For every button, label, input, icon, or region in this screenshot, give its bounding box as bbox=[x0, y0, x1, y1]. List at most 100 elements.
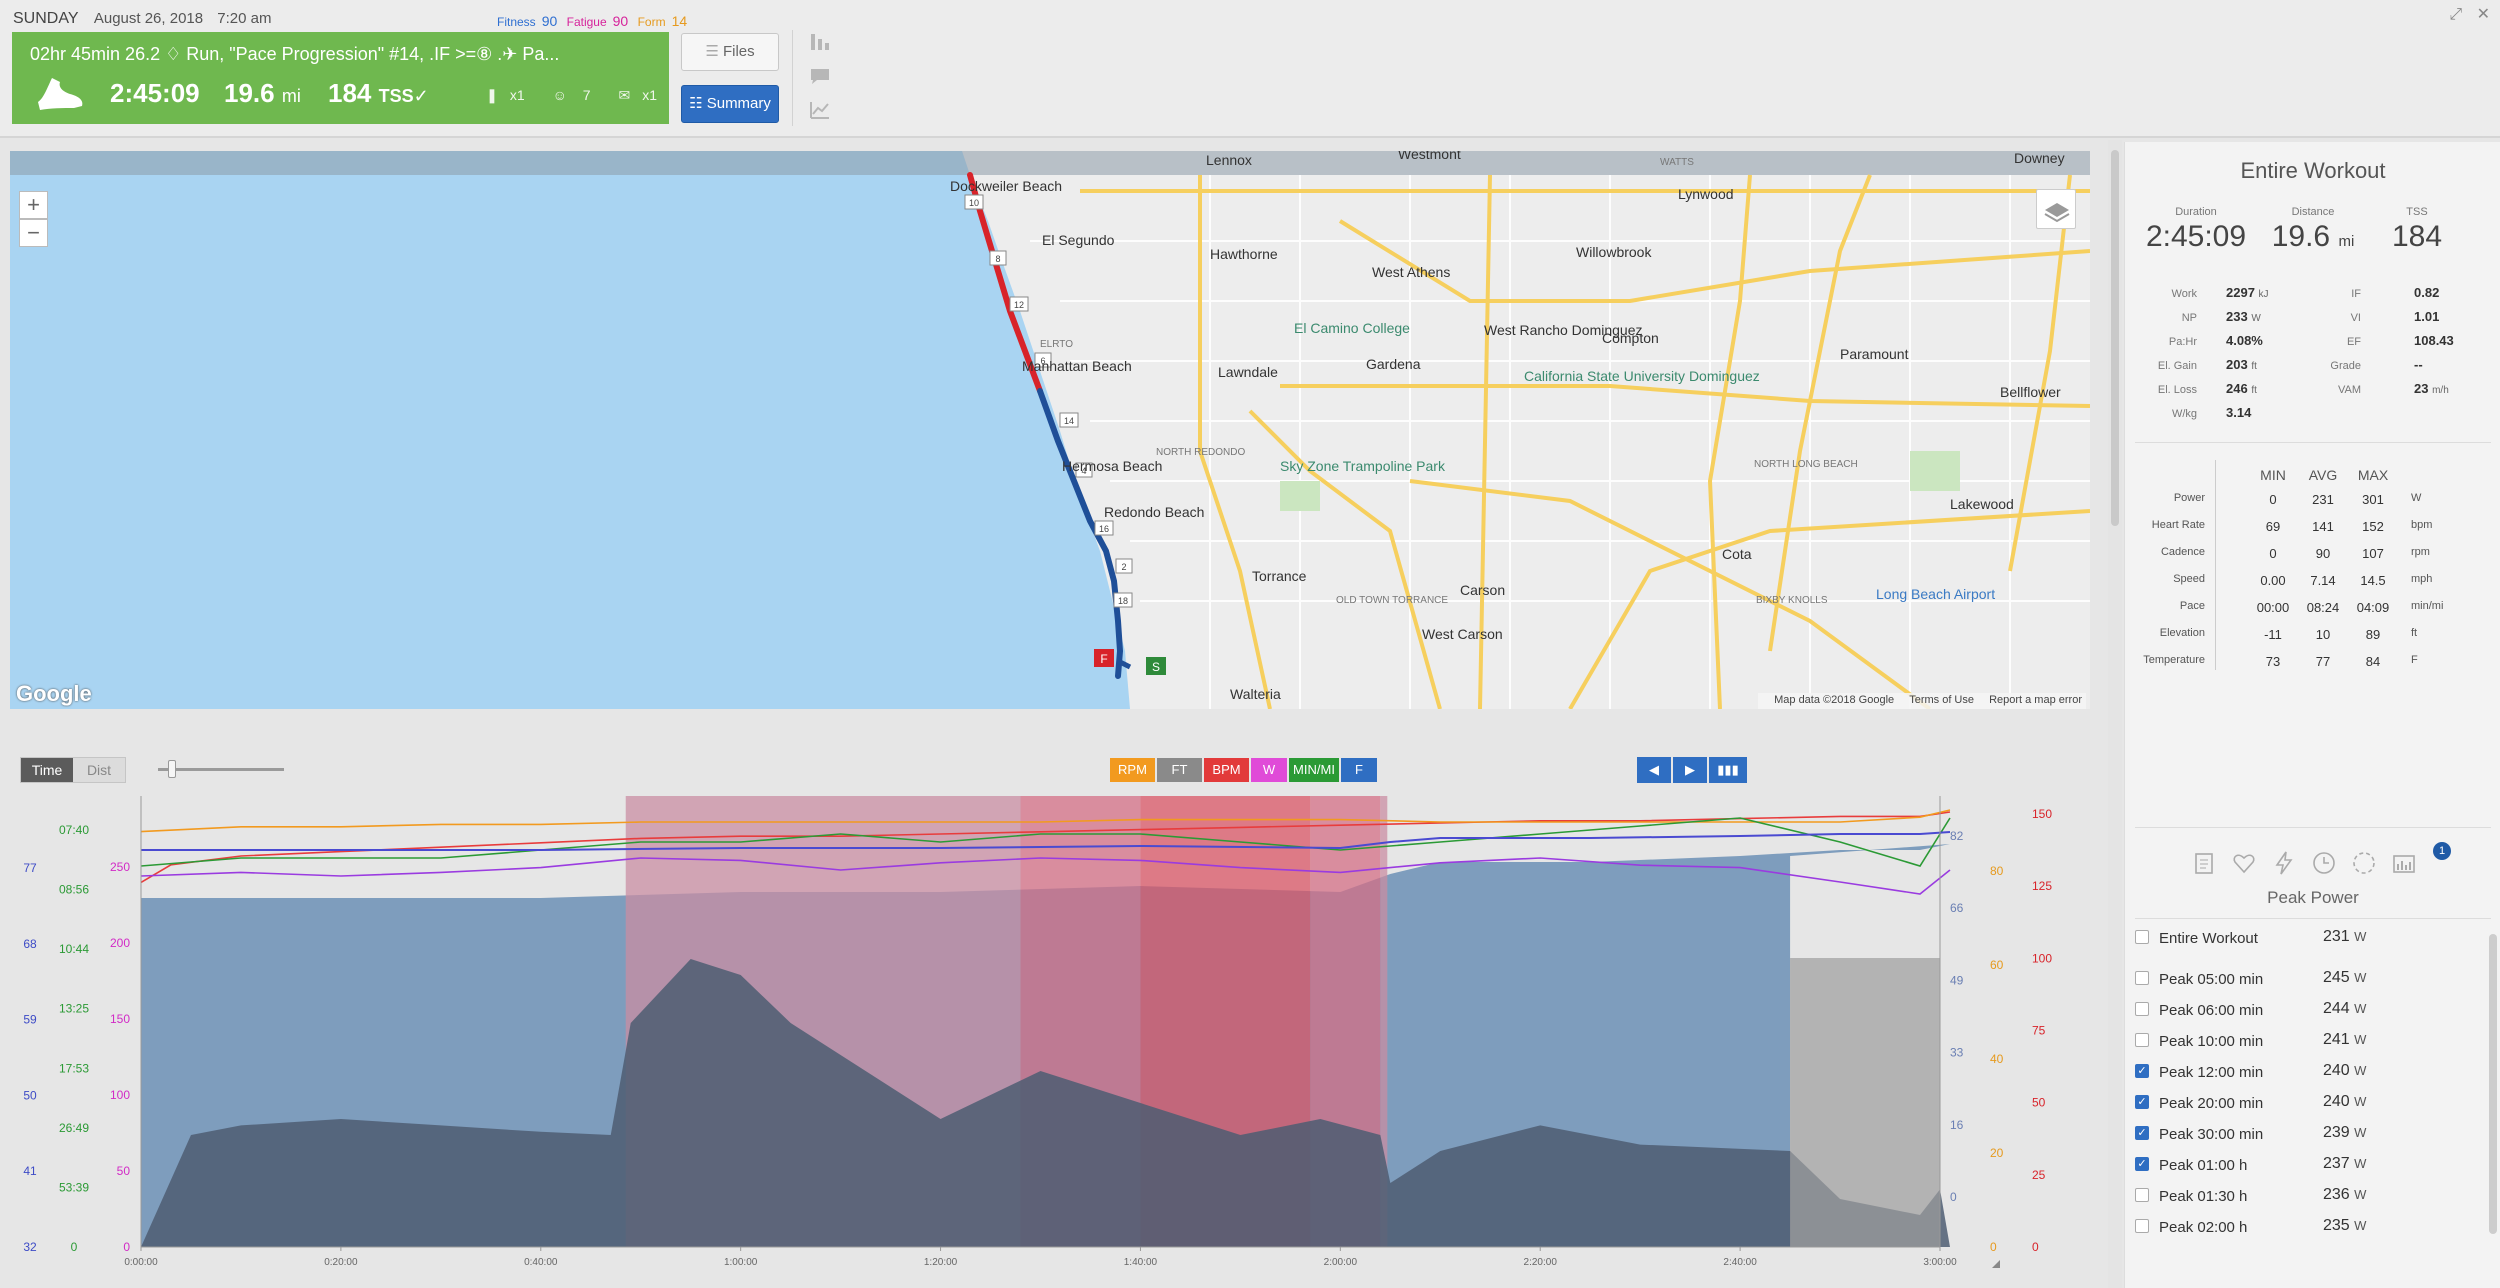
summary-button[interactable]: ☷ Summary bbox=[681, 85, 779, 123]
checkbox[interactable] bbox=[2135, 1033, 2149, 1047]
analysis-chart-icon[interactable] bbox=[808, 98, 832, 122]
map-canvas[interactable]: 10 8 12 6 14 4 16 2 18 F S Lennox Westmon… bbox=[10, 151, 2090, 709]
y-tick-label-heart-rate: 125 bbox=[2032, 879, 2052, 893]
terms-link[interactable]: Terms of Use bbox=[1909, 694, 1974, 706]
peak-row[interactable]: Peak 10:00 min 241 W bbox=[2135, 1026, 2491, 1057]
rating[interactable]: ☺ 7 bbox=[541, 87, 591, 103]
previous-button[interactable]: ◀ bbox=[1637, 757, 1671, 783]
close-icon[interactable]: ✕ bbox=[2477, 6, 2490, 23]
route-map[interactable]: 10 8 12 6 14 4 16 2 18 F S Lennox Westmon… bbox=[10, 151, 2090, 709]
channel-toggle-min-mi[interactable]: MIN/MI bbox=[1289, 758, 1339, 782]
checkbox-checked[interactable]: ✓ bbox=[2135, 1095, 2149, 1109]
if-value: 0.82 bbox=[2414, 285, 2440, 300]
checkbox-checked[interactable]: ✓ bbox=[2135, 1126, 2149, 1140]
equipment-count[interactable]: ❚ x1 bbox=[474, 87, 525, 103]
summary-duration: Duration 2:45:09 bbox=[2141, 206, 2251, 254]
card-counters: ❚ x1 ☺ 7 ✉ x1 bbox=[462, 87, 657, 104]
peak-value: 236 W bbox=[2323, 1186, 2366, 1204]
minmax-max-value: 89 bbox=[2365, 627, 2381, 642]
np-value: 233 W bbox=[2226, 309, 2261, 324]
vam-unit: m/h bbox=[2432, 385, 2449, 396]
y-tick-label-right-blue: 66 bbox=[1950, 901, 1964, 915]
distance-unit: mi bbox=[2338, 233, 2355, 250]
workout-title[interactable]: 02hr 45min 26.2 ♢ Run, "Pace Progression… bbox=[30, 44, 559, 65]
elloss-label: El. Loss bbox=[2157, 384, 2197, 396]
peak-row[interactable]: Peak 06:00 min 244 W bbox=[2135, 995, 2491, 1026]
channel-toggle-w[interactable]: W bbox=[1251, 758, 1287, 782]
peak-row[interactable]: ✓ Peak 30:00 min 239 W bbox=[2135, 1119, 2491, 1150]
y-tick-label-heart-rate: 0 bbox=[2032, 1240, 2039, 1254]
peak-value-unit: W bbox=[2354, 1063, 2367, 1078]
resize-grip-icon[interactable] bbox=[1992, 1260, 2000, 1268]
minmax-row-label: Pace bbox=[2179, 600, 2205, 612]
peak-row[interactable]: Entire Workout 231 W bbox=[2135, 923, 2491, 954]
main-scrollbar-thumb[interactable] bbox=[2111, 150, 2119, 526]
y-tick-label-power: 200 bbox=[110, 936, 130, 950]
zoom-in-button[interactable]: + bbox=[19, 191, 48, 219]
peak-row[interactable]: ✓ Peak 20:00 min 240 W bbox=[2135, 1088, 2491, 1119]
checkbox-checked[interactable]: ✓ bbox=[2135, 1064, 2149, 1078]
peak-value-number: 231 bbox=[2323, 928, 2350, 945]
power-bolt-icon[interactable] bbox=[2271, 850, 2297, 876]
layers-button[interactable] bbox=[2036, 189, 2076, 229]
map-place-label: WATTS bbox=[1660, 157, 1694, 168]
peak-row[interactable]: ✓ Peak 12:00 min 240 W bbox=[2135, 1057, 2491, 1088]
time-axis-button[interactable]: Time bbox=[21, 758, 73, 782]
google-logo: Google bbox=[16, 681, 92, 706]
checkbox[interactable] bbox=[2135, 971, 2149, 985]
peak-row[interactable]: Peak 01:30 h 236 W bbox=[2135, 1181, 2491, 1212]
divider bbox=[2135, 918, 2491, 919]
y-tick-label-speed: 77 bbox=[23, 861, 37, 875]
summary-label: Summary bbox=[706, 95, 771, 112]
clock-icon[interactable] bbox=[2311, 850, 2337, 876]
next-button[interactable]: ▶ bbox=[1673, 757, 1707, 783]
map-place-label: Dockweiler Beach bbox=[950, 178, 1062, 194]
comment-bubble-icon[interactable] bbox=[808, 64, 832, 88]
tss-value: 184 bbox=[328, 78, 372, 108]
map-place-label: Compton bbox=[1602, 330, 1659, 346]
notes-icon[interactable] bbox=[2191, 850, 2217, 876]
grade-label: Grade bbox=[2330, 360, 2361, 372]
distance-unit: mi bbox=[281, 86, 301, 106]
peak-label: Peak 01:00 h bbox=[2159, 1157, 2248, 1174]
zoom-out-button[interactable]: − bbox=[19, 219, 48, 247]
peak-row[interactable]: ✓ Peak 01:00 h 237 W bbox=[2135, 1150, 2491, 1181]
peak-value: 245 W bbox=[2323, 969, 2366, 987]
dist-axis-button[interactable]: Dist bbox=[73, 758, 125, 782]
peak-value: 240 W bbox=[2323, 1062, 2366, 1080]
peak-row[interactable]: Peak 05:00 min 245 W bbox=[2135, 964, 2491, 995]
channel-toggle-bpm[interactable]: BPM bbox=[1204, 758, 1249, 782]
expand-icon[interactable]: ⤢ bbox=[2449, 6, 2462, 23]
panel-scrollbar-thumb[interactable] bbox=[2489, 934, 2497, 1234]
cadence-circle-icon[interactable] bbox=[2351, 850, 2377, 876]
checkbox[interactable] bbox=[2135, 930, 2149, 944]
chart-zoom-slider[interactable] bbox=[158, 760, 284, 778]
bar-view-button[interactable]: ▮▮▮ bbox=[1709, 757, 1747, 783]
workout-card[interactable]: 02hr 45min 26.2 ♢ Run, "Pace Progression… bbox=[12, 32, 669, 124]
np-unit: W bbox=[2251, 313, 2261, 324]
peak-value: 239 W bbox=[2323, 1124, 2366, 1142]
channel-toggle-ft[interactable]: FT bbox=[1157, 758, 1202, 782]
workout-chart-area: 77 68 59 50 41 32 07:40 08:56 10:44 13:25 17:53 26:… bbox=[10, 740, 2090, 1288]
workout-chart[interactable]: 77 68 59 50 41 32 07:40 08:56 10:44 13:25 17:53 26:… bbox=[10, 740, 2090, 1288]
comments-count[interactable]: ✉ x1 bbox=[606, 87, 657, 103]
channel-toggle-f[interactable]: F bbox=[1341, 758, 1377, 782]
heart-icon[interactable] bbox=[2231, 850, 2257, 876]
peak-value-number: 240 bbox=[2323, 1093, 2350, 1110]
checkbox-checked[interactable]: ✓ bbox=[2135, 1157, 2149, 1171]
checkbox[interactable] bbox=[2135, 1002, 2149, 1016]
checkbox[interactable] bbox=[2135, 1219, 2149, 1233]
files-button[interactable]: ☰ Files bbox=[681, 33, 779, 71]
peak-row[interactable]: Peak 02:00 h 235 W bbox=[2135, 1212, 2491, 1243]
bar-chart-icon[interactable] bbox=[808, 30, 832, 54]
minmax-unit: rpm bbox=[2411, 546, 2430, 558]
map-place-label: Gardena bbox=[1366, 356, 1421, 372]
x-tick-label: 3:00:00 bbox=[1923, 1257, 1957, 1268]
map-place-label: Hawthorne bbox=[1210, 246, 1278, 262]
checkbox[interactable] bbox=[2135, 1188, 2149, 1202]
map-place-label: Lakewood bbox=[1950, 496, 2014, 512]
report-error-link[interactable]: Report a map error bbox=[1989, 694, 2082, 706]
zoom-slider-handle[interactable] bbox=[168, 760, 176, 778]
peak-chart-icon[interactable] bbox=[2391, 850, 2417, 876]
channel-toggle-rpm[interactable]: RPM bbox=[1110, 758, 1155, 782]
